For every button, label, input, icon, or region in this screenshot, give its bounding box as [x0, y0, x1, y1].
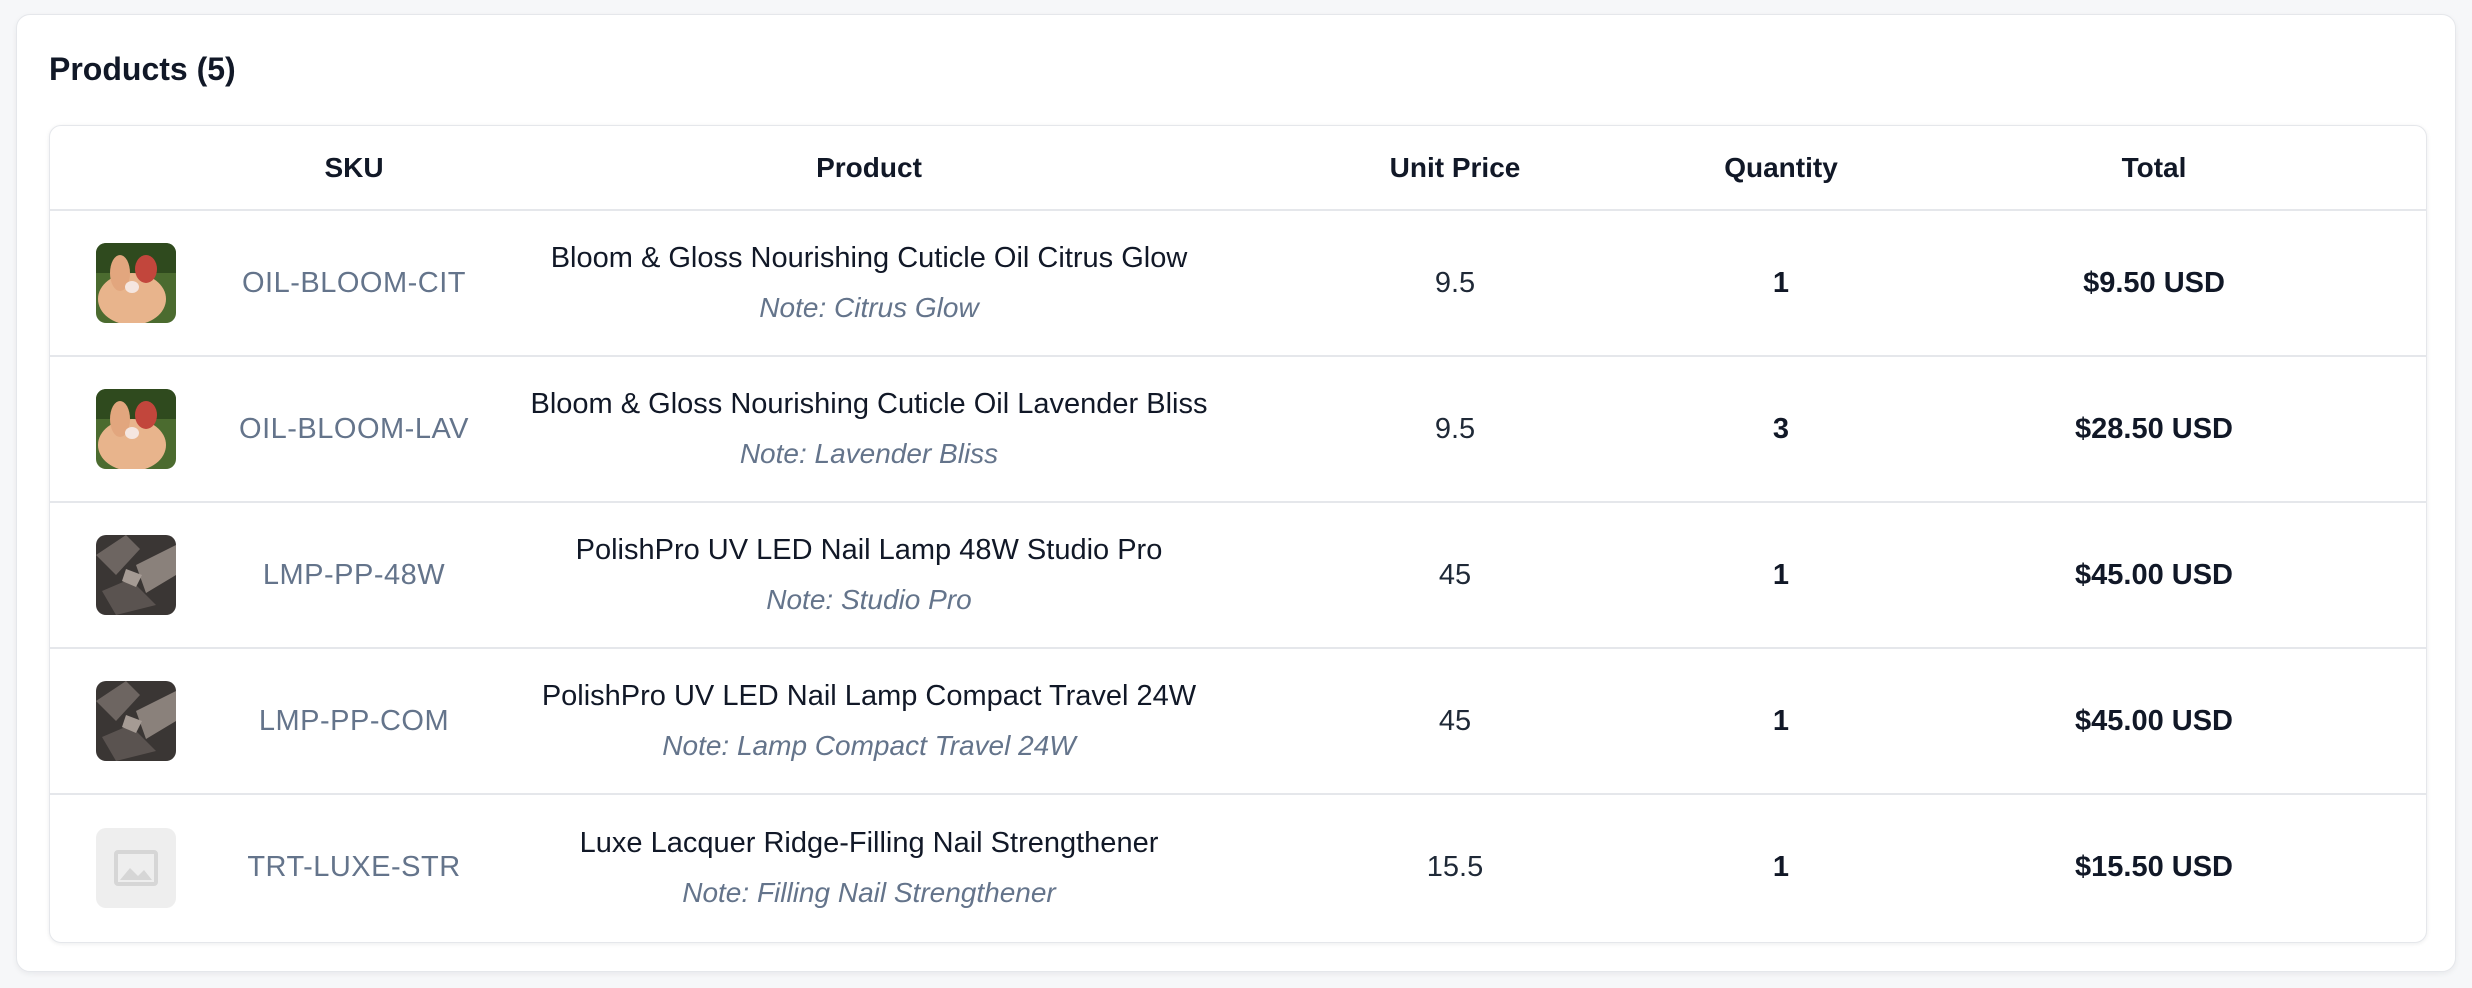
- sku-cell: OIL-BLOOM-LAV: [239, 412, 469, 445]
- unit-price-cell: 9.5: [1434, 266, 1476, 299]
- product-thumbnail[interactable]: [96, 243, 176, 323]
- products-panel: Products (5) SKU Product Unit Price Quan…: [16, 14, 2456, 972]
- product-note: Note: Citrus Glow: [759, 292, 979, 323]
- header-unit-price[interactable]: Unit Price: [1230, 126, 1680, 211]
- table-row[interactable]: LMP-PP-COM PolishPro UV LED Nail Lamp Co…: [50, 647, 2426, 794]
- product-thumbnail[interactable]: [96, 535, 176, 615]
- product-thumbnail[interactable]: [96, 389, 176, 469]
- header-sku[interactable]: SKU: [200, 126, 508, 211]
- unit-price-cell: 45: [1438, 558, 1472, 591]
- product-note: Note: Lavender Bliss: [739, 438, 999, 469]
- table-row[interactable]: OIL-BLOOM-LAV Bloom & Gloss Nourishing C…: [50, 355, 2426, 502]
- quantity-cell: 1: [1772, 558, 1790, 591]
- quantity-cell: 1: [1772, 266, 1790, 299]
- header-product[interactable]: Product: [508, 126, 1230, 211]
- table-row[interactable]: OIL-BLOOM-CIT Bloom & Gloss Nourishing C…: [50, 210, 2426, 356]
- total-cell: $45.00 USD: [2075, 558, 2233, 591]
- hand-nail-photo: [96, 389, 176, 469]
- table-header-row: SKU Product Unit Price Quantity Total: [50, 126, 2426, 211]
- total-cell: $45.00 USD: [2075, 704, 2233, 737]
- product-name[interactable]: PolishPro UV LED Nail Lamp 48W Studio Pr…: [508, 530, 1230, 570]
- table-row[interactable]: LMP-PP-48W PolishPro UV LED Nail Lamp 48…: [50, 501, 2426, 648]
- products-table-card: SKU Product Unit Price Quantity Total OI…: [49, 125, 2427, 943]
- header-image: [50, 126, 200, 211]
- unit-price-cell: 15.5: [1426, 851, 1484, 883]
- product-name[interactable]: Bloom & Gloss Nourishing Cuticle Oil Cit…: [508, 238, 1230, 278]
- total-cell: $9.50 USD: [2083, 266, 2225, 299]
- quantity-cell: 1: [1772, 851, 1790, 883]
- product-thumbnail[interactable]: [96, 681, 176, 761]
- hand-nail-photo: [96, 243, 176, 323]
- unit-price-cell: 45: [1438, 704, 1472, 737]
- products-table: SKU Product Unit Price Quantity Total OI…: [50, 126, 2426, 940]
- unit-price-cell: 9.5: [1434, 412, 1476, 445]
- quantity-cell: 1: [1772, 704, 1790, 737]
- table-row[interactable]: TRT-LUXE-STR Luxe Lacquer Ridge-Filling …: [50, 793, 2426, 940]
- quantity-cell: 3: [1772, 412, 1790, 445]
- sku-cell: LMP-PP-COM: [258, 704, 450, 737]
- total-cell: $28.50 USD: [2075, 412, 2233, 445]
- total-cell: $15.50 USD: [2075, 851, 2233, 883]
- sku-cell: LMP-PP-48W: [262, 558, 446, 591]
- product-name[interactable]: PolishPro UV LED Nail Lamp Compact Trave…: [508, 676, 1230, 716]
- sku-cell: OIL-BLOOM-CIT: [241, 266, 466, 299]
- nail-lamp-photo: [96, 535, 176, 615]
- image-placeholder-icon: [96, 827, 176, 908]
- product-note: Note: Filling Nail Strengthener: [682, 876, 1056, 908]
- section-title: Products (5): [49, 51, 236, 87]
- sku-cell: TRT-LUXE-STR: [247, 851, 461, 883]
- nail-lamp-photo: [96, 681, 176, 761]
- product-name[interactable]: Luxe Lacquer Ridge-Filling Nail Strength…: [508, 823, 1230, 863]
- product-note: Note: Studio Pro: [766, 584, 972, 615]
- product-note: Note: Lamp Compact Travel 24W: [662, 730, 1076, 761]
- product-thumbnail[interactable]: [96, 827, 176, 908]
- header-quantity[interactable]: Quantity: [1680, 126, 1882, 211]
- product-name[interactable]: Bloom & Gloss Nourishing Cuticle Oil Lav…: [508, 384, 1230, 424]
- header-total[interactable]: Total: [1882, 126, 2426, 211]
